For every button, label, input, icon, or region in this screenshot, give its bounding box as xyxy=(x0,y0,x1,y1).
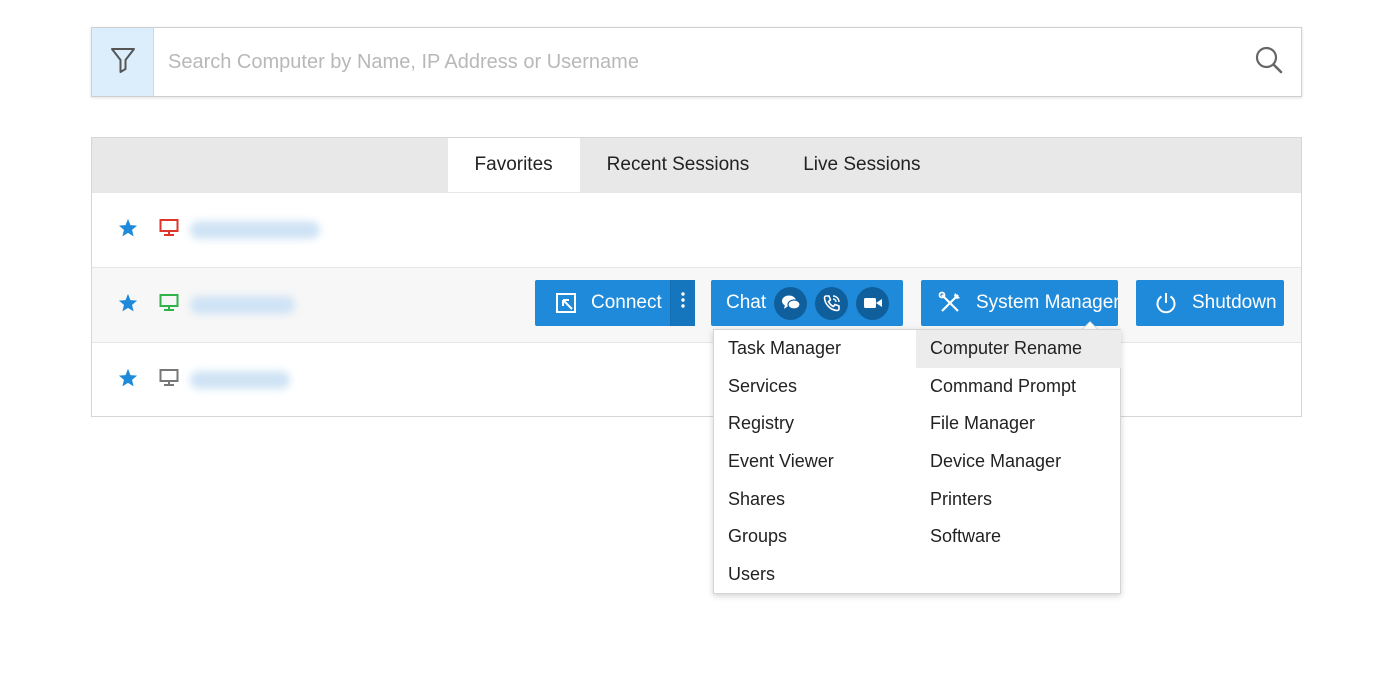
menu-item-printers[interactable]: Printers xyxy=(916,480,1121,518)
menu-item-command-prompt[interactable]: Command Prompt xyxy=(916,368,1121,406)
menu-item-users[interactable]: Users xyxy=(714,556,916,594)
tab-favorites[interactable]: Favorites xyxy=(447,138,580,192)
menu-item-registry[interactable]: Registry xyxy=(714,405,916,443)
system-manager-label: System Manager xyxy=(976,292,1120,313)
computer-name[interactable] xyxy=(190,221,320,239)
menu-item-groups[interactable]: Groups xyxy=(714,518,916,556)
shutdown-button[interactable]: Shutdown xyxy=(1136,280,1284,326)
shutdown-label: Shutdown xyxy=(1192,292,1277,313)
connect-label: Connect xyxy=(591,292,662,313)
power-icon xyxy=(1154,291,1178,315)
filter-button[interactable] xyxy=(92,28,154,96)
menu-item-software[interactable]: Software xyxy=(916,518,1121,556)
phone-call-icon[interactable] xyxy=(815,286,849,320)
chat-label: Chat xyxy=(726,292,767,313)
connect-button[interactable]: Connect xyxy=(535,280,695,326)
tab-bar: Favorites Recent Sessions Live Sessions xyxy=(92,138,1301,192)
menu-item-task-manager[interactable]: Task Manager xyxy=(714,330,916,368)
system-manager-menu: Task Manager Services Registry Event Vie… xyxy=(713,329,1121,594)
search-button[interactable] xyxy=(1237,28,1301,96)
filter-icon xyxy=(110,46,136,79)
menu-item-file-manager[interactable]: File Manager xyxy=(916,405,1121,443)
computer-name[interactable] xyxy=(190,296,295,314)
monitor-icon xyxy=(159,369,179,392)
search-bar xyxy=(91,27,1302,97)
tab-recent-sessions[interactable]: Recent Sessions xyxy=(580,138,777,192)
star-icon[interactable] xyxy=(118,293,138,317)
kebab-icon xyxy=(681,292,685,314)
menu-item-device-manager[interactable]: Device Manager xyxy=(916,443,1121,481)
menu-item-services[interactable]: Services xyxy=(714,368,916,406)
menu-item-computer-rename[interactable]: Computer Rename xyxy=(916,330,1121,368)
video-call-icon[interactable] xyxy=(856,286,890,320)
menu-item-event-viewer[interactable]: Event Viewer xyxy=(714,443,916,481)
tools-icon xyxy=(938,291,962,315)
connect-more-button[interactable] xyxy=(670,280,695,326)
search-input[interactable] xyxy=(154,28,1237,96)
search-icon xyxy=(1254,45,1284,80)
system-manager-button[interactable]: System Manager xyxy=(921,280,1120,326)
star-icon[interactable] xyxy=(118,218,138,242)
computer-name[interactable] xyxy=(190,371,290,389)
monitor-icon xyxy=(159,219,179,242)
computer-row[interactable] xyxy=(92,192,1301,267)
monitor-icon xyxy=(159,294,179,317)
menu-item-shares[interactable]: Shares xyxy=(714,480,916,518)
star-icon[interactable] xyxy=(118,368,138,392)
connect-icon xyxy=(555,292,577,314)
chat-button[interactable]: Chat xyxy=(711,280,903,326)
chat-message-icon[interactable] xyxy=(774,286,808,320)
tab-live-sessions[interactable]: Live Sessions xyxy=(776,138,947,192)
